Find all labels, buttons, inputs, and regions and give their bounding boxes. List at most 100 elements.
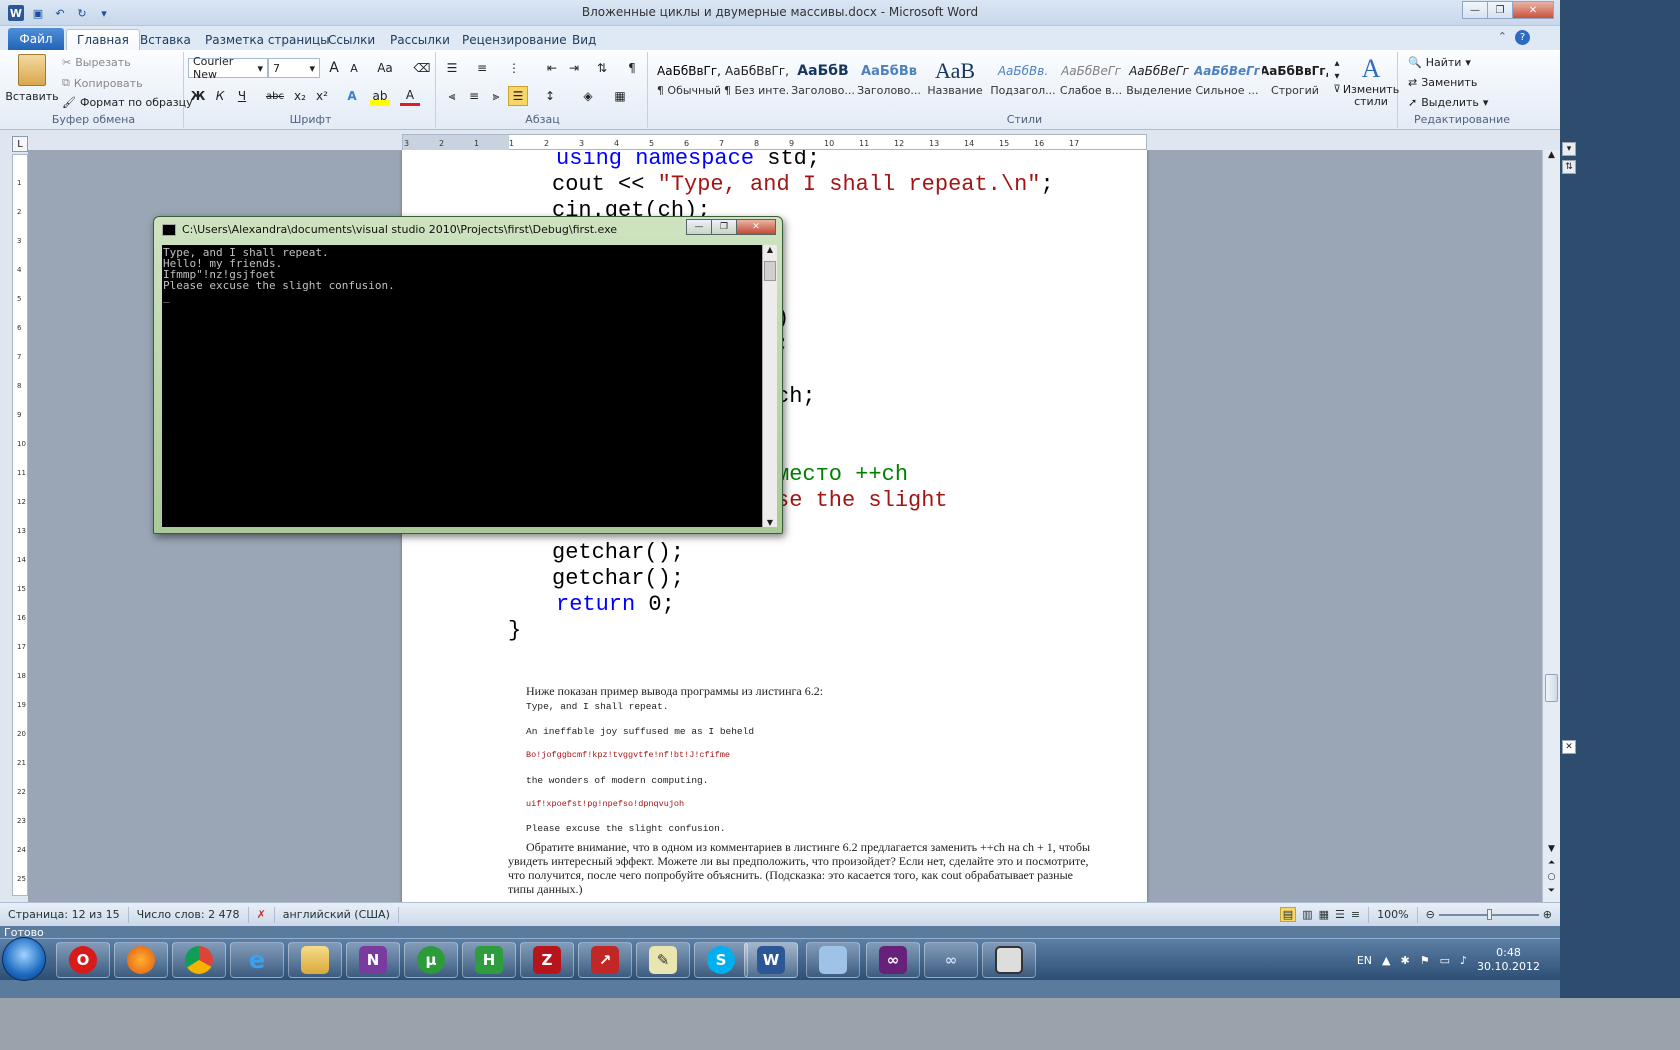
style-emphasis[interactable]: АаБбВеГг Выделение (1126, 58, 1192, 110)
horizontal-ruler[interactable]: 3 2 1 1 2 3 4 5 6 7 8 9 10 11 12 13 14 15 16 17 (402, 134, 1147, 151)
minimize-ribbon-icon[interactable]: ⌃ (1498, 30, 1507, 45)
tab-insert[interactable]: Вставка (130, 29, 201, 50)
line-spacing-icon[interactable]: ↕ (540, 86, 560, 106)
style-strong[interactable]: АаБбВвГг, Строгий (1262, 58, 1328, 110)
taskbar-app[interactable] (806, 942, 860, 978)
prev-page-icon[interactable]: ⏶ (1543, 858, 1560, 868)
scroll-up-arrow[interactable]: ▲ (763, 245, 777, 254)
close-button[interactable]: ✕ (1512, 1, 1554, 19)
web-layout-icon[interactable]: ▦ (1319, 908, 1329, 921)
tab-review[interactable]: Рецензирование (452, 29, 577, 50)
taskbar-filezilla[interactable]: Z (520, 942, 574, 978)
console-maximize-button[interactable]: ❐ (711, 219, 737, 235)
minimize-button[interactable]: — (1462, 1, 1488, 19)
vertical-scrollbar[interactable]: ▲ ▼ ⏶ ○ ⏷ (1542, 150, 1560, 902)
style-subtle-emphasis[interactable]: АаБбВеГг Слабое в... (1058, 58, 1124, 110)
style-intense-emphasis[interactable]: АаБбВеГг Сильное ... (1194, 58, 1260, 110)
font-size-select[interactable]: 7 ▾ (268, 58, 320, 78)
zoom-slider[interactable]: ⊖ ⊕ (1418, 907, 1560, 923)
superscript-button[interactable]: x² (312, 86, 332, 106)
taskbar-opera[interactable]: O (56, 942, 110, 978)
tab-home[interactable]: Главная (66, 29, 140, 50)
underline-button[interactable]: Ч (232, 86, 252, 106)
style-no-spacing[interactable]: АаБбВвГг, ¶ Без инте... (724, 58, 790, 110)
zoom-in-icon[interactable]: ⊕ (1543, 908, 1552, 921)
context-icon[interactable]: ⇅ (1562, 160, 1576, 174)
align-left-icon[interactable]: ⫷ (442, 86, 462, 106)
tab-selector[interactable]: L (12, 136, 28, 152)
sort-icon[interactable]: ⇅ (592, 58, 612, 78)
taskbar-explorer[interactable] (288, 942, 342, 978)
taskbar-utorrent[interactable]: μ (404, 942, 458, 978)
console-close-button[interactable]: ✕ (736, 219, 776, 235)
print-layout-icon[interactable]: ▤ (1279, 907, 1297, 922)
vertical-ruler[interactable]: 1 2 3 4 5 6 7 8 9 10 11 12 13 14 15 16 17 18 19 20 21 22 23 24 2… (12, 154, 28, 896)
increase-indent-icon[interactable]: ⇥ (564, 58, 584, 78)
full-screen-icon[interactable]: ▥ (1302, 908, 1312, 921)
style-normal[interactable]: АаБбВвГг, ¶ Обычный (656, 58, 722, 110)
paste-button[interactable]: Вставить (5, 54, 59, 103)
bold-button[interactable]: Ж (188, 86, 208, 106)
tab-references[interactable]: Ссылки (318, 29, 385, 50)
text-effects-icon[interactable]: A (342, 86, 362, 106)
scroll-down-arrow[interactable]: ▼ (763, 518, 777, 527)
taskbar-pdf[interactable]: ↗ (578, 942, 632, 978)
console-scrollbar[interactable]: ▲ ▼ (762, 245, 777, 527)
style-subtitle[interactable]: АаБбВв. Подзагол... (990, 58, 1056, 110)
select-button[interactable]: ➚ Выделить ▾ (1408, 96, 1488, 109)
style-heading-1[interactable]: АаБбВ Заголово... (790, 58, 856, 110)
strikethrough-button[interactable]: abc (262, 86, 288, 106)
console-window[interactable]: C:\Users\Alexandra\documents\visual stud… (153, 216, 783, 534)
language-indicator[interactable]: английский (США) (275, 906, 399, 923)
align-center-icon[interactable]: ≡ (464, 86, 484, 106)
next-page-icon[interactable]: ⏷ (1543, 886, 1560, 896)
page-indicator[interactable]: Страница: 12 из 15 (0, 906, 129, 923)
font-name-select[interactable]: Courier New ▾ (188, 55, 268, 81)
multilevel-list-icon[interactable]: ⋮ (504, 58, 524, 78)
tray-expand-icon[interactable]: ▲ (1382, 954, 1390, 967)
scroll-down-arrow[interactable]: ▼ (1543, 844, 1560, 854)
find-button[interactable]: 🔍 Найти ▾ (1408, 56, 1471, 69)
replace-button[interactable]: ⇄ Заменить (1408, 76, 1477, 89)
flag-icon[interactable]: ⚑ (1420, 954, 1430, 967)
borders-icon[interactable]: ▦ (610, 86, 630, 106)
highlight-icon[interactable]: ab (370, 86, 390, 106)
cut-button[interactable]: ✂ Вырезать (62, 56, 131, 69)
browse-object-icon[interactable]: ○ (1543, 872, 1560, 882)
bullets-icon[interactable]: ☰ (442, 58, 462, 78)
start-button[interactable] (2, 937, 46, 981)
zoom-thumb[interactable] (1486, 908, 1492, 920)
format-painter-button[interactable]: 🖌 Формат по образцу (62, 96, 193, 109)
shading-icon[interactable]: ◈ (578, 86, 598, 106)
scroll-thumb[interactable] (1545, 674, 1558, 702)
context-icon[interactable]: ▾ (1562, 142, 1576, 156)
taskbar-visualstudio[interactable]: ∞ (866, 942, 920, 978)
proofing-icon[interactable]: ✗ (249, 906, 275, 923)
tab-file[interactable]: Файл (8, 28, 64, 50)
console-minimize-button[interactable]: — (686, 219, 712, 235)
tab-mailings[interactable]: Рассылки (380, 29, 460, 50)
taskbar-onenote[interactable]: N (346, 942, 400, 978)
view-buttons[interactable]: ▤ ▥ ▦ ☰ ≡ (1272, 906, 1370, 923)
taskbar-notepad[interactable]: ✎ (636, 942, 690, 978)
style-heading-2[interactable]: АаБбВв Заголово... (856, 58, 922, 110)
maximize-button[interactable]: ❐ (1487, 1, 1513, 19)
tab-view[interactable]: Вид (562, 29, 606, 50)
language-indicator[interactable]: EN (1357, 954, 1372, 967)
outline-icon[interactable]: ☰ (1335, 908, 1345, 921)
help-icon[interactable]: ? (1515, 30, 1530, 45)
change-styles-button[interactable]: A Изменить стили (1343, 54, 1399, 108)
scroll-up-arrow[interactable]: ▲ (1543, 150, 1560, 164)
change-case-button[interactable]: Aa (372, 58, 398, 78)
copy-button[interactable]: ⧉ Копировать (62, 76, 143, 90)
taskbar-chrome[interactable] (172, 942, 226, 978)
taskbar-vs-infinity[interactable]: ∞ (924, 942, 978, 978)
taskbar-console[interactable] (982, 942, 1036, 978)
justify-icon[interactable]: ☰ (508, 86, 528, 106)
zoom-level[interactable]: 100% (1369, 906, 1418, 923)
battery-icon[interactable]: ▭ (1440, 954, 1450, 967)
grow-font-button[interactable]: A (324, 58, 344, 78)
network-icon[interactable]: ✱ (1400, 954, 1409, 967)
scroll-thumb[interactable] (764, 261, 776, 281)
numbering-icon[interactable]: ≡ (472, 58, 492, 78)
